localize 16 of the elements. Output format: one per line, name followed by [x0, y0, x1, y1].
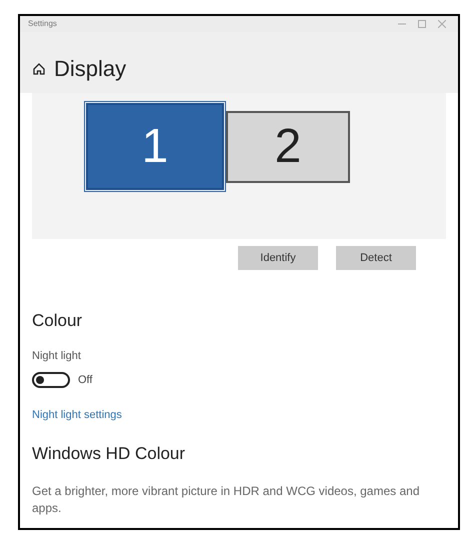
monitor-tile[interactable]: 1 — [86, 103, 224, 190]
close-icon[interactable] — [438, 20, 446, 28]
monitor-tile[interactable]: 2 — [226, 110, 350, 182]
toggle-state: Off — [78, 373, 92, 388]
toggle-switch[interactable] — [32, 372, 70, 388]
setting-label: Night light — [32, 348, 82, 364]
maximize-icon[interactable] — [418, 20, 426, 28]
action-button[interactable]: Identify — [238, 246, 318, 270]
page-title: Display — [54, 55, 126, 83]
home-icon[interactable] — [32, 62, 46, 76]
section-heading: Windows HD Colour — [32, 443, 186, 465]
window-title: Settings — [28, 18, 57, 30]
section-description: Get a brighter, more vibrant picture in HDR and WCG videos, games and apps. — [32, 482, 421, 516]
action-button[interactable]: Detect — [336, 246, 416, 270]
section-heading: Colour — [32, 310, 84, 332]
settings-link[interactable]: Night light settings — [32, 406, 446, 423]
